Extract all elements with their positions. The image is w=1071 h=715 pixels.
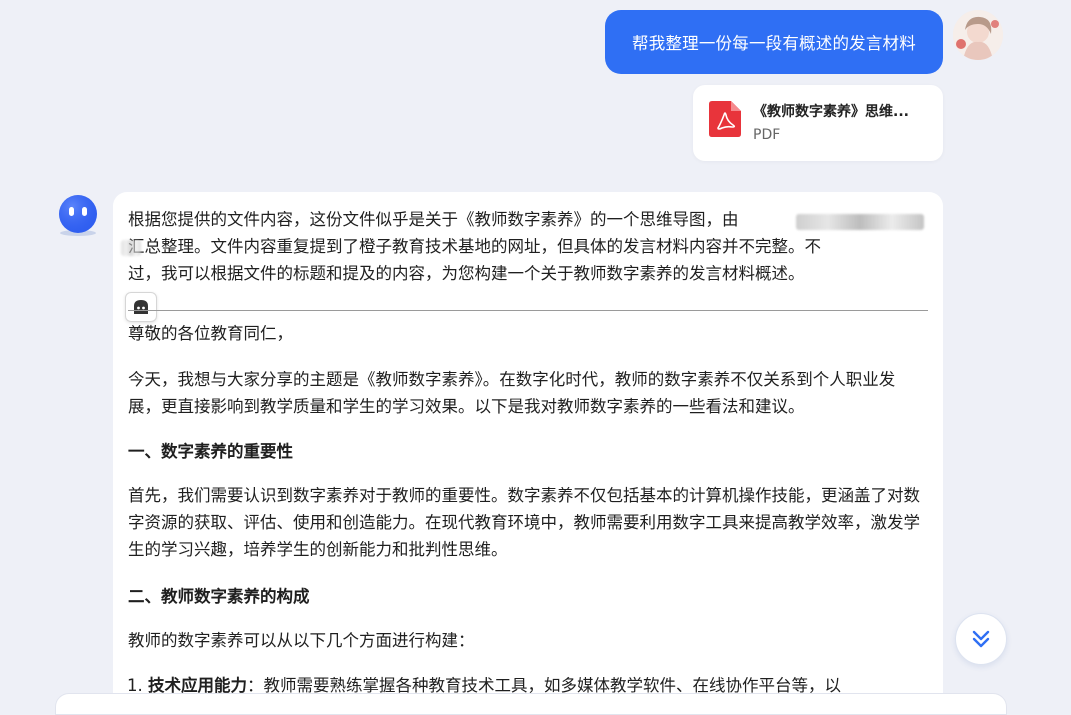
scroll-to-bottom-button[interactable]	[955, 613, 1007, 665]
intro-line-2: 汇总整理。文件内容重复提到了橙子教育技术基地的网址，但具体的发言材料内容并不完整…	[128, 237, 821, 256]
intro-line-3: 过，我可以根据文件的标题和提及的内容，为您构建一个关于教师数字素养的发言材料概述…	[128, 264, 805, 283]
section-2-heading: 二、教师数字素养的构成	[128, 587, 310, 606]
ghost-chip-icon	[134, 300, 148, 314]
opening-paragraph: 今天，我想与大家分享的主题是《教师数字素养》。在数字化时代，教师的数字素养不仅关…	[128, 370, 896, 416]
redacted-author-blur-2	[121, 240, 141, 256]
user-avatar-illustration	[953, 10, 1003, 60]
greeting: 尊敬的各位教育同仁，	[128, 324, 293, 343]
attachment-card[interactable]: 《教师数字素养》思维... PDF	[693, 85, 943, 161]
ghost-chip-button[interactable]	[125, 292, 157, 322]
blue-robot-face-icon	[59, 195, 97, 236]
section-1-heading: 一、数字素养的重要性	[128, 442, 293, 461]
double-chevron-down-icon	[972, 630, 990, 648]
attachment-name: 《教师数字素养》思维...	[753, 104, 909, 120]
input-box-edge[interactable]	[55, 693, 1007, 715]
attachment-type: PDF	[753, 127, 781, 143]
assistant-answer-card: 根据您提供的文件内容，这份文件似乎是关于《教师数字素养》的一个思维导图，由 汇总…	[113, 192, 943, 712]
user-avatar[interactable]	[953, 10, 1003, 60]
redacted-author-blur	[796, 214, 924, 230]
section-2-intro: 教师的数字素养可以从以下几个方面进行构建：	[128, 631, 475, 650]
user-message-bubble: 帮我整理一份每一段有概述的发言材料	[605, 10, 943, 74]
pdf-icon	[709, 101, 741, 137]
bot-avatar	[55, 193, 101, 239]
user-message-text: 帮我整理一份每一段有概述的发言材料	[632, 34, 916, 53]
section-divider	[128, 310, 928, 311]
section-1-body: 首先，我们需要认识到数字素养对于教师的重要性。数字素养不仅包括基本的计算机操作技…	[128, 486, 920, 559]
